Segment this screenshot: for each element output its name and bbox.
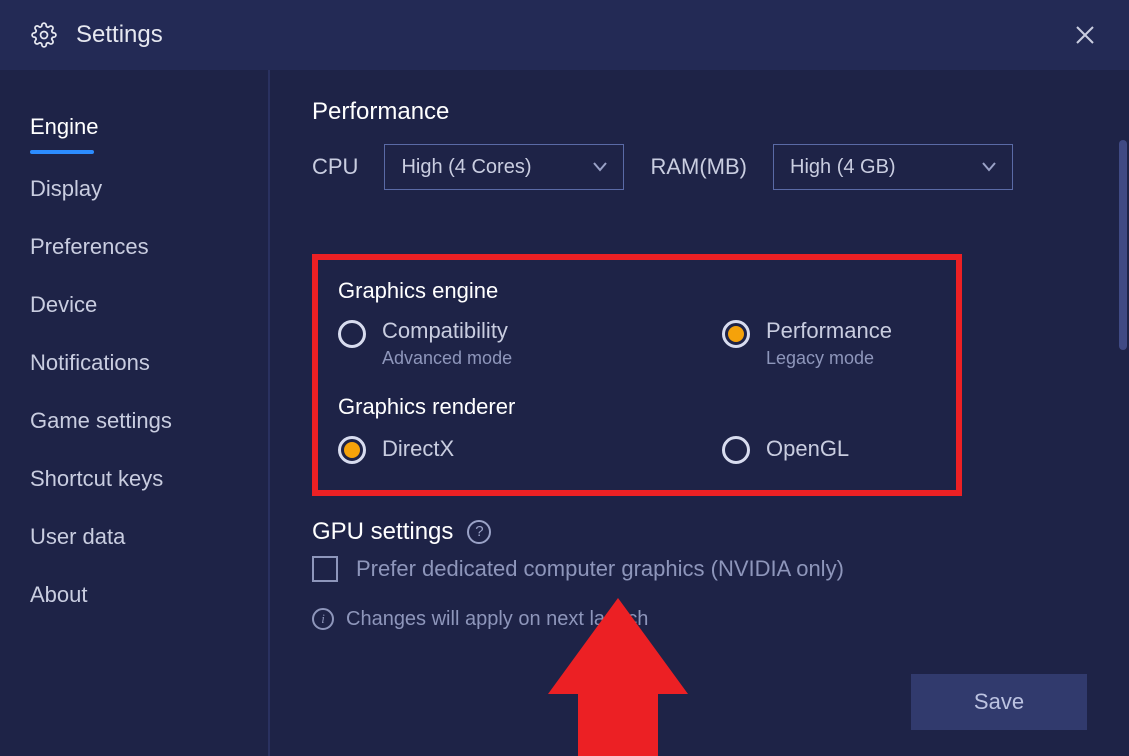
radio-compatibility[interactable]: Compatibility Advanced mode	[338, 318, 722, 370]
performance-row: CPU High (4 Cores) RAM(MB) High (4 GB)	[312, 144, 1089, 190]
graphics-renderer-heading: Graphics renderer	[338, 394, 936, 420]
sidebar-item-notifications[interactable]: Notifications	[0, 334, 268, 392]
gpu-heading: GPU settings	[312, 518, 453, 546]
radio-sublabel: Advanced mode	[382, 348, 512, 370]
radio-label: Performance	[766, 318, 892, 344]
radio-label: Compatibility	[382, 318, 512, 344]
cpu-label: CPU	[312, 154, 358, 180]
settings-window: Settings Engine Display Preferences Devi…	[0, 0, 1129, 756]
help-icon[interactable]: ?	[467, 520, 491, 544]
sidebar-item-shortcut-keys[interactable]: Shortcut keys	[0, 450, 268, 508]
sidebar-item-engine[interactable]: Engine	[0, 98, 268, 156]
chevron-down-icon	[982, 162, 996, 172]
save-button[interactable]: Save	[911, 674, 1087, 730]
sidebar-item-about[interactable]: About	[0, 566, 268, 624]
info-icon: i	[312, 608, 334, 630]
sidebar-item-device[interactable]: Device	[0, 276, 268, 334]
radio-icon	[338, 320, 366, 348]
radio-opengl[interactable]: OpenGL	[722, 434, 849, 464]
sidebar-item-user-data[interactable]: User data	[0, 508, 268, 566]
scrollbar-track	[1117, 140, 1127, 756]
info-row: i Changes will apply on next launch	[312, 608, 1089, 631]
radio-label: DirectX	[382, 436, 454, 462]
graphics-engine-heading: Graphics engine	[338, 278, 936, 304]
chevron-down-icon	[593, 162, 607, 172]
gpu-heading-row: GPU settings ?	[312, 518, 1089, 546]
sidebar-item-game-settings[interactable]: Game settings	[0, 392, 268, 450]
ram-label: RAM(MB)	[650, 154, 747, 180]
sidebar-active-underline	[30, 150, 94, 154]
main-panel: Performance CPU High (4 Cores) RAM(MB) H…	[270, 70, 1129, 756]
scrollbar-thumb[interactable]	[1119, 140, 1127, 350]
radio-directx[interactable]: DirectX	[338, 434, 722, 464]
graphics-engine-options: Compatibility Advanced mode Performance …	[338, 318, 936, 370]
close-icon	[1075, 25, 1095, 45]
cpu-select[interactable]: High (4 Cores)	[384, 144, 624, 190]
radio-icon	[722, 436, 750, 464]
sidebar: Engine Display Preferences Device Notifi…	[0, 70, 270, 756]
cpu-select-value: High (4 Cores)	[401, 156, 531, 179]
ram-select[interactable]: High (4 GB)	[773, 144, 1013, 190]
close-button[interactable]	[1065, 15, 1105, 55]
performance-heading: Performance	[312, 98, 1089, 126]
sidebar-item-preferences[interactable]: Preferences	[0, 218, 268, 276]
titlebar: Settings	[0, 0, 1129, 70]
highlighted-graphics-panel: Graphics engine Compatibility Advanced m…	[312, 254, 962, 496]
radio-label: OpenGL	[766, 436, 849, 462]
radio-icon	[338, 436, 366, 464]
radio-performance[interactable]: Performance Legacy mode	[722, 318, 892, 370]
info-text: Changes will apply on next launch	[346, 608, 648, 631]
gpu-checkbox-row: Prefer dedicated computer graphics (NVID…	[312, 556, 1089, 582]
gpu-checkbox-label: Prefer dedicated computer graphics (NVID…	[356, 556, 844, 582]
ram-select-value: High (4 GB)	[790, 156, 896, 179]
window-title: Settings	[76, 21, 163, 49]
radio-sublabel: Legacy mode	[766, 348, 892, 370]
gpu-dedicated-checkbox[interactable]	[312, 556, 338, 582]
gear-icon	[30, 21, 58, 49]
body: Engine Display Preferences Device Notifi…	[0, 70, 1129, 756]
sidebar-item-display[interactable]: Display	[0, 160, 268, 218]
graphics-renderer-options: DirectX OpenGL	[338, 434, 936, 464]
radio-icon	[722, 320, 750, 348]
